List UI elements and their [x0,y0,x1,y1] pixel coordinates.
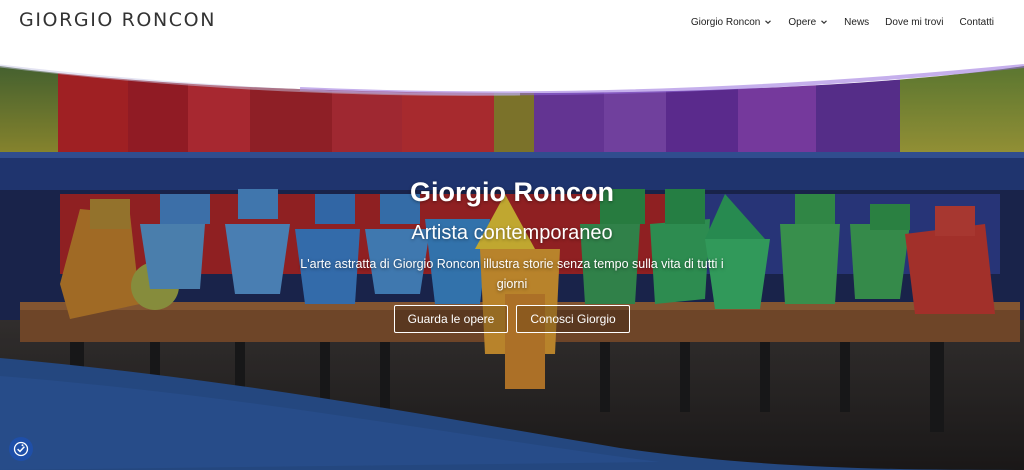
nav-item-giorgio-roncon[interactable]: Giorgio Roncon [691,17,772,28]
chevron-down-icon [821,20,828,25]
nav-item-label: Opere [788,16,817,28]
nav-item-news[interactable]: News [844,17,869,28]
nav-item-label: News [844,16,870,28]
hero-section: Giorgio Roncon Artista contemporaneo L'a… [0,44,1024,470]
meet-giorgio-button[interactable]: Conosci Giorgio [516,305,630,333]
nav-item-label: Dove mi trovi [885,16,944,28]
accessibility-button[interactable] [9,437,33,461]
nav-item-label: Contatti [959,16,994,28]
hero-subtitle: Artista contemporaneo [411,222,613,244]
hero-content: Giorgio Roncon Artista contemporaneo L'a… [0,44,1024,470]
view-works-button[interactable]: Guarda le opere [394,305,508,333]
site-header: GIORGIO RONCON Giorgio Roncon Opere News… [0,0,1024,44]
nav-item-contatti[interactable]: Contatti [960,17,994,28]
hero-title: Giorgio Roncon [410,177,614,207]
chevron-down-icon [765,20,772,25]
main-nav: Giorgio Roncon Opere News Dove mi trovi … [691,0,994,44]
nav-item-label: Giorgio Roncon [690,16,761,28]
nav-item-opere[interactable]: Opere [788,17,828,28]
accessibility-icon [13,441,29,457]
site-logo[interactable]: GIORGIO RONCON [19,9,216,31]
hero-description: L'arte astratta di Giorgio Roncon illust… [300,257,724,291]
nav-item-dove-mi-trovi[interactable]: Dove mi trovi [885,17,943,28]
